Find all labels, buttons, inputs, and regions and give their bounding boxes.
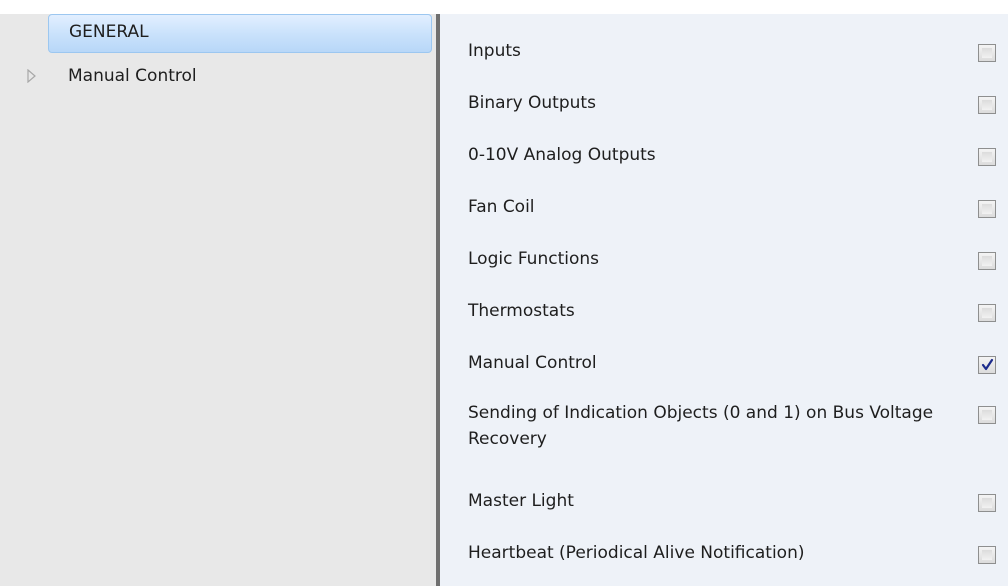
param-label: Manual Control [468, 353, 597, 373]
param-label: Sending of Indication Objects (0 and 1) … [468, 403, 934, 449]
param-label: Binary Outputs [468, 93, 596, 113]
logic-functions-checkbox[interactable] [978, 252, 996, 270]
thermostats-checkbox[interactable] [978, 304, 996, 322]
tree-item-label: Manual Control [68, 66, 197, 86]
param-label: 0-10V Analog Outputs [468, 145, 656, 165]
tree-item-general[interactable]: GENERAL [48, 14, 432, 53]
master-light-checkbox[interactable] [978, 494, 996, 512]
param-label: Fan Coil [468, 197, 535, 217]
manual-control-checkbox[interactable] [978, 356, 996, 374]
analog-outputs-checkbox[interactable] [978, 148, 996, 166]
inputs-checkbox[interactable] [978, 44, 996, 62]
heartbeat-checkbox[interactable] [978, 546, 996, 564]
checkmark-icon [981, 358, 994, 371]
param-label: Thermostats [468, 301, 575, 321]
tree-item-label: GENERAL [69, 22, 149, 42]
tree-item-manual-control[interactable]: Manual Control [48, 60, 432, 92]
fan-coil-checkbox[interactable] [978, 200, 996, 218]
binary-outputs-checkbox[interactable] [978, 96, 996, 114]
parameter-window: GENERAL Manual Control Inputs Binary Out… [0, 0, 1008, 586]
sending-indication-objects-checkbox[interactable] [978, 406, 996, 424]
expand-arrow-icon[interactable] [26, 69, 38, 83]
param-label: Heartbeat (Periodical Alive Notification… [468, 543, 805, 563]
param-label: Logic Functions [468, 249, 600, 269]
param-label: Inputs [468, 41, 521, 61]
param-label: Master Light [468, 491, 574, 511]
parameter-panel: Inputs Binary Outputs 0-10V Analog Outpu… [440, 14, 1008, 586]
tree-panel: GENERAL Manual Control [0, 14, 436, 586]
